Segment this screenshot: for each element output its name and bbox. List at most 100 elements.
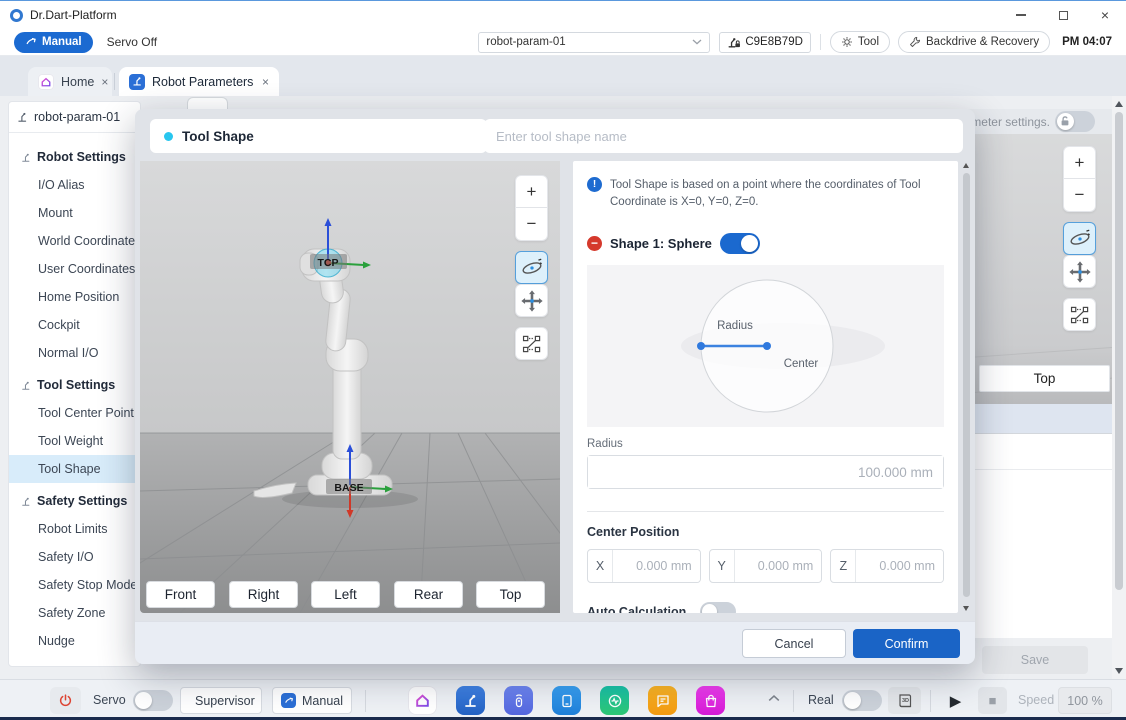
window-scrollbar[interactable] bbox=[1112, 96, 1126, 679]
sidebar-item-cockpit[interactable]: Cockpit bbox=[9, 311, 140, 339]
minimize-button[interactable] bbox=[1000, 1, 1042, 29]
scrollbar-thumb[interactable] bbox=[1115, 112, 1123, 590]
tab-divider bbox=[114, 73, 115, 90]
bg-zoom-in-button[interactable]: + bbox=[1063, 146, 1096, 179]
sidebar-item-home-position[interactable]: Home Position bbox=[9, 283, 140, 311]
preset-select[interactable]: robot-param-01 bbox=[478, 32, 710, 53]
dock-tablet-app-icon[interactable] bbox=[552, 686, 581, 715]
app-logo-icon bbox=[10, 9, 23, 22]
confirm-button[interactable]: Confirm bbox=[853, 629, 960, 658]
sidebar-item-mount[interactable]: Mount bbox=[9, 199, 140, 227]
cancel-button[interactable]: Cancel bbox=[742, 629, 846, 658]
bg-view-top-button[interactable]: Top bbox=[979, 365, 1110, 392]
simulator-button[interactable]: 3D bbox=[888, 687, 921, 714]
sidebar-item-world-coordinates[interactable]: World Coordinates bbox=[9, 227, 140, 255]
sidebar-item-tool-weight[interactable]: Tool Weight bbox=[9, 427, 140, 455]
center-x-input[interactable] bbox=[613, 550, 700, 582]
zoom-out-button[interactable]: − bbox=[515, 208, 548, 241]
sidebar-item-io-alias[interactable]: I/O Alias bbox=[9, 171, 140, 199]
bg-zoom-out-button[interactable]: − bbox=[1063, 179, 1096, 212]
scroll-up-arrow-icon[interactable] bbox=[1115, 101, 1123, 107]
zoom-in-button[interactable]: + bbox=[515, 175, 548, 208]
dock-message-app-icon[interactable] bbox=[648, 686, 677, 715]
view-rear-button[interactable]: Rear bbox=[394, 581, 463, 608]
dialog-3d-viewport[interactable]: BASE TCP + − bbox=[140, 161, 560, 613]
maximize-button[interactable] bbox=[1042, 1, 1084, 29]
save-button[interactable]: Save bbox=[982, 646, 1088, 674]
dock-monitoring-app-icon[interactable] bbox=[600, 686, 629, 715]
robot-icon bbox=[21, 152, 32, 163]
tab-robot-parameters-close-icon[interactable]: × bbox=[262, 76, 269, 88]
y-axis-label: Y bbox=[710, 550, 735, 582]
tool-shape-dialog: Tool Shape bbox=[135, 109, 975, 664]
tab-home-label: Home bbox=[61, 75, 94, 89]
view-front-button[interactable]: Front bbox=[146, 581, 215, 608]
toolbar-divider bbox=[820, 34, 821, 50]
tool-shape-name-input[interactable] bbox=[484, 119, 963, 153]
bg-measure-tool-button[interactable] bbox=[1063, 298, 1096, 331]
view-right-button[interactable]: Right bbox=[229, 581, 298, 608]
dock-collapse-button[interactable] bbox=[768, 694, 780, 702]
sidebar-item-normal-io[interactable]: Normal I/O bbox=[9, 339, 140, 367]
close-button[interactable]: × bbox=[1084, 1, 1126, 29]
tab-home-close-icon[interactable]: × bbox=[101, 76, 108, 88]
scrollbar-thumb[interactable] bbox=[963, 173, 970, 597]
dialog-title-box: Tool Shape bbox=[150, 119, 487, 153]
bg-pan-tool-button[interactable] bbox=[1063, 255, 1096, 288]
scroll-up-arrow-icon[interactable] bbox=[963, 163, 969, 168]
sidebar-item-robot-limits[interactable]: Robot Limits bbox=[9, 515, 140, 543]
robot-3d-scene: BASE TCP bbox=[140, 161, 560, 613]
panel-scrollbar[interactable] bbox=[962, 161, 971, 613]
device-id-button[interactable]: C9E8B79D bbox=[719, 32, 811, 53]
sidebar-item-safety-io[interactable]: Safety I/O bbox=[9, 543, 140, 571]
manual-mode-button[interactable]: Manual bbox=[14, 32, 93, 53]
sidebar-item-tool-center-point[interactable]: Tool Center Point bbox=[9, 399, 140, 427]
power-button[interactable] bbox=[50, 687, 81, 714]
unlock-icon bbox=[1059, 115, 1071, 127]
speed-value[interactable]: 100 % bbox=[1058, 687, 1112, 714]
center-y-input[interactable] bbox=[735, 550, 822, 582]
sidebar-item-safety-zone[interactable]: Safety Zone bbox=[9, 599, 140, 627]
bg-orbit-tool-button[interactable] bbox=[1063, 222, 1096, 255]
shape-enable-toggle[interactable] bbox=[720, 233, 760, 254]
preset-value: robot-param-01 bbox=[486, 36, 565, 48]
view-top-button[interactable]: Top bbox=[476, 581, 545, 608]
dock-home-app-icon[interactable] bbox=[408, 686, 437, 715]
dock-store-app-icon[interactable] bbox=[696, 686, 725, 715]
auto-calculation-toggle[interactable] bbox=[700, 602, 736, 613]
tool-button[interactable]: Tool bbox=[830, 31, 890, 53]
radius-field-label: Radius bbox=[587, 438, 623, 450]
tool-label: Tool bbox=[858, 36, 879, 48]
measure-tool-button[interactable] bbox=[515, 327, 548, 360]
stop-button[interactable]: ■ bbox=[978, 687, 1007, 714]
sidebar-item-nudge[interactable]: Nudge bbox=[9, 627, 140, 655]
center-z-input[interactable] bbox=[856, 550, 943, 582]
view-left-button[interactable]: Left bbox=[311, 581, 380, 608]
role-dropdown[interactable]: Supervisor bbox=[180, 687, 262, 714]
sidebar-item-safety-stop-modes[interactable]: Safety Stop Modes bbox=[9, 571, 140, 599]
parameter-lock-toggle[interactable] bbox=[1055, 111, 1095, 132]
servo-toggle[interactable] bbox=[133, 690, 173, 711]
sidebar-item-tool-shape[interactable]: Tool Shape bbox=[9, 455, 140, 483]
bottombar: Servo Supervisor Manual bbox=[0, 679, 1126, 720]
scroll-down-arrow-icon[interactable] bbox=[963, 606, 969, 611]
radius-input[interactable] bbox=[588, 456, 943, 488]
tab-robot-parameters[interactable]: Robot Parameters × bbox=[119, 67, 279, 96]
sidebar-item-user-coordinates[interactable]: User Coordinates bbox=[9, 255, 140, 283]
dock-robot-app-icon[interactable] bbox=[456, 686, 485, 715]
info-icon: ! bbox=[587, 177, 602, 192]
play-button[interactable]: ▶ bbox=[941, 687, 970, 714]
real-toggle[interactable] bbox=[842, 690, 882, 711]
tab-home[interactable]: Home × bbox=[28, 67, 112, 96]
backdrive-recovery-button[interactable]: Backdrive & Recovery bbox=[898, 31, 1050, 53]
pan-tool-button[interactable] bbox=[515, 284, 548, 317]
orbit-tool-button[interactable] bbox=[515, 251, 548, 284]
remove-shape-icon[interactable]: − bbox=[587, 236, 602, 251]
divider bbox=[587, 511, 944, 512]
dock-remote-app-icon[interactable] bbox=[504, 686, 533, 715]
maximize-icon bbox=[1059, 11, 1068, 20]
sidebar: robot-param-01 Robot Settings I/O Alias … bbox=[8, 101, 141, 667]
sidebar-header: robot-param-01 bbox=[9, 102, 140, 133]
scroll-down-arrow-icon[interactable] bbox=[1115, 668, 1123, 674]
mode-dropdown[interactable]: Manual bbox=[272, 687, 352, 714]
